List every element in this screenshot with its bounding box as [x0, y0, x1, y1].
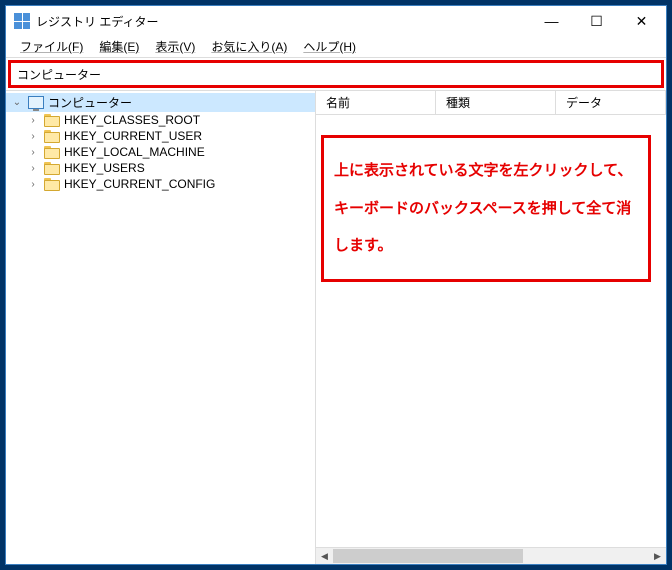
menu-help[interactable]: ヘルプ(H)	[295, 36, 364, 57]
menubar: ファイル(F) 編集(E) 表示(V) お気に入り(A) ヘルプ(H)	[6, 36, 666, 58]
scroll-left-button[interactable]: ◀	[316, 548, 333, 564]
tree-item-hkcr[interactable]: › HKEY_CLASSES_ROOT	[6, 112, 315, 128]
expand-icon[interactable]: ›	[26, 147, 40, 158]
window-title: レジストリ エディター	[36, 13, 529, 30]
collapse-icon[interactable]: ⌄	[10, 97, 24, 108]
folder-icon	[44, 178, 60, 191]
menu-file[interactable]: ファイル(F)	[12, 36, 91, 57]
list-body[interactable]: 上に表示されている文字を左クリックして、キーボードのバックスペースを押して全て消…	[316, 115, 666, 547]
menu-favorites[interactable]: お気に入り(A)	[203, 36, 295, 57]
tree-item-hkcu[interactable]: › HKEY_CURRENT_USER	[6, 128, 315, 144]
address-bar-highlight	[8, 60, 664, 88]
folder-icon	[44, 162, 60, 175]
expand-icon[interactable]: ›	[26, 131, 40, 142]
tree-root-label: コンピューター	[48, 94, 132, 111]
window-controls: — ☐ ✕	[529, 7, 664, 35]
tree-panel[interactable]: ⌄ コンピューター › HKEY_CLASSES_ROOT › HKEY_CUR…	[6, 91, 316, 564]
minimize-button[interactable]: —	[529, 7, 574, 35]
tree-item-label: HKEY_CURRENT_CONFIG	[64, 177, 215, 191]
titlebar[interactable]: レジストリ エディター — ☐ ✕	[6, 6, 666, 36]
tree-root[interactable]: ⌄ コンピューター	[6, 93, 315, 112]
scroll-right-button[interactable]: ▶	[649, 548, 666, 564]
column-type[interactable]: 種類	[436, 91, 556, 114]
close-button[interactable]: ✕	[619, 7, 664, 35]
menu-edit[interactable]: 編集(E)	[91, 36, 147, 57]
maximize-button[interactable]: ☐	[574, 7, 619, 35]
computer-icon	[28, 96, 44, 109]
tree-item-label: HKEY_LOCAL_MACHINE	[64, 145, 205, 159]
tree-item-hku[interactable]: › HKEY_USERS	[6, 160, 315, 176]
registry-editor-window: レジストリ エディター — ☐ ✕ ファイル(F) 編集(E) 表示(V) お気…	[5, 5, 667, 565]
tree-item-label: HKEY_CLASSES_ROOT	[64, 113, 200, 127]
menu-view[interactable]: 表示(V)	[147, 36, 203, 57]
tree-item-hkcc[interactable]: › HKEY_CURRENT_CONFIG	[6, 176, 315, 192]
tree-item-label: HKEY_CURRENT_USER	[64, 129, 202, 143]
expand-icon[interactable]: ›	[26, 115, 40, 126]
app-icon	[14, 13, 30, 29]
column-data[interactable]: データ	[556, 91, 666, 114]
column-name[interactable]: 名前	[316, 91, 436, 114]
scroll-track[interactable]	[333, 548, 649, 564]
tree-item-hklm[interactable]: › HKEY_LOCAL_MACHINE	[6, 144, 315, 160]
folder-icon	[44, 146, 60, 159]
tree-item-label: HKEY_USERS	[64, 161, 145, 175]
main-area: ⌄ コンピューター › HKEY_CLASSES_ROOT › HKEY_CUR…	[6, 90, 666, 564]
list-panel: 名前 種類 データ 上に表示されている文字を左クリックして、キーボードのバックス…	[316, 91, 666, 564]
expand-icon[interactable]: ›	[26, 163, 40, 174]
column-headers: 名前 種類 データ	[316, 91, 666, 115]
scroll-thumb[interactable]	[333, 549, 523, 563]
address-input[interactable]	[11, 63, 661, 85]
horizontal-scrollbar[interactable]: ◀ ▶	[316, 547, 666, 564]
annotation-callout: 上に表示されている文字を左クリックして、キーボードのバックスペースを押して全て消…	[321, 135, 651, 282]
folder-icon	[44, 114, 60, 127]
expand-icon[interactable]: ›	[26, 179, 40, 190]
folder-icon	[44, 130, 60, 143]
